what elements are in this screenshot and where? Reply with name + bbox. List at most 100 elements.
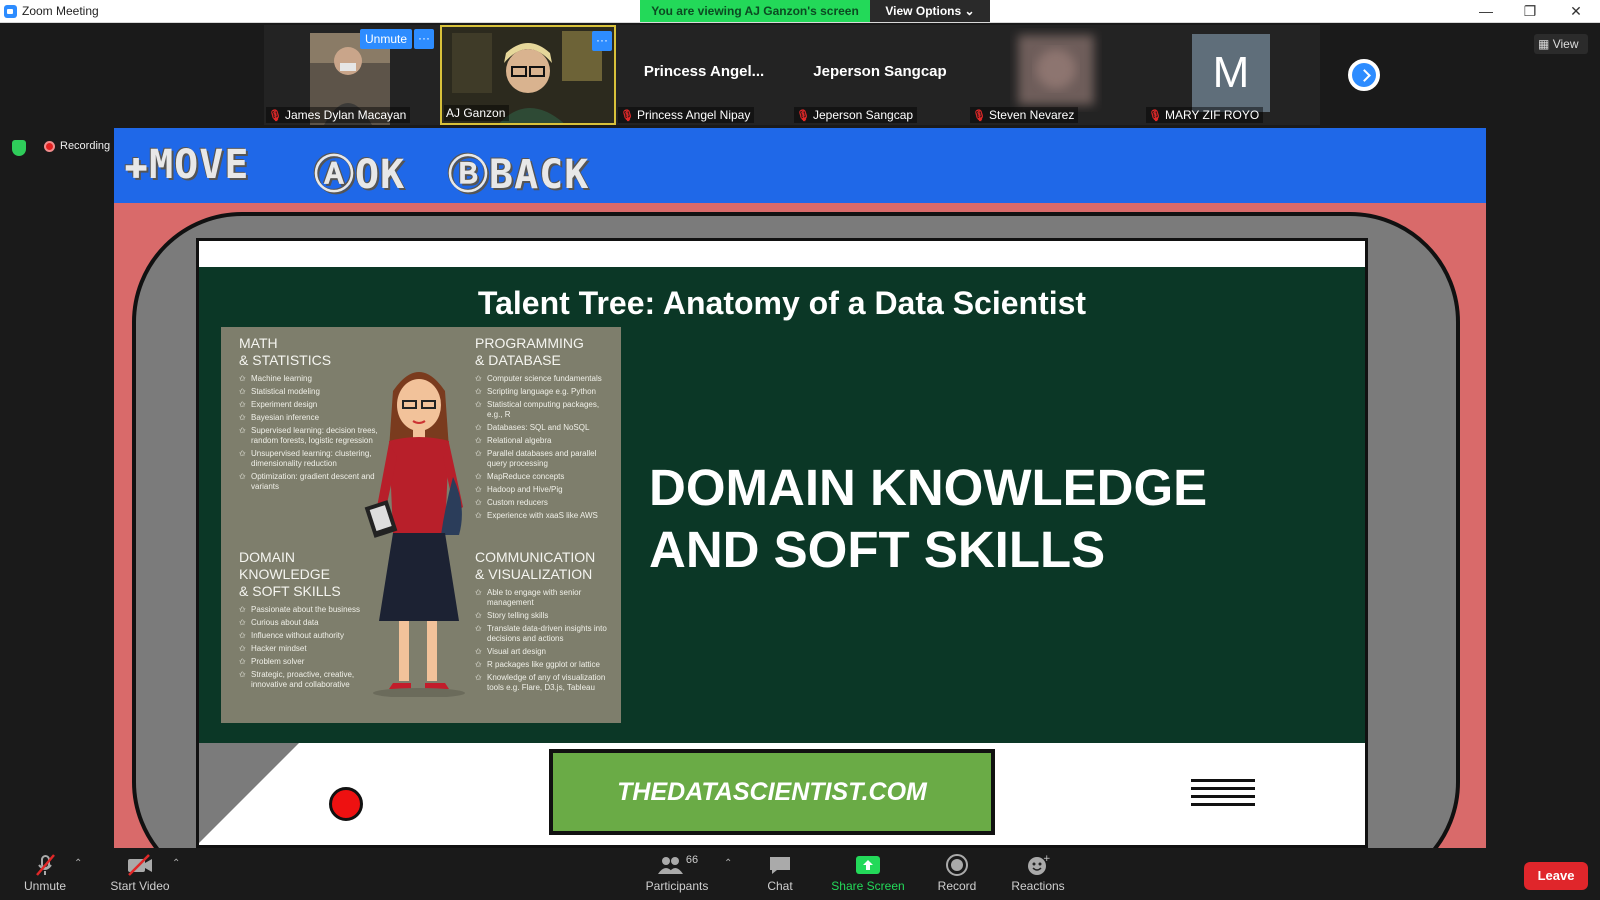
window-titlebar: Zoom Meeting You are viewing AJ Ganzon's… (0, 0, 1600, 23)
mic-muted-icon: 🎙︎ (620, 109, 634, 122)
participant-tile-mary[interactable]: M 🎙︎ MARY ZIF ROYO (1144, 25, 1320, 125)
chat-button[interactable]: Chat (754, 852, 806, 898)
video-off-icon (104, 852, 176, 878)
skill-item: Statistical computing packages, e.g., R (475, 400, 615, 420)
share-screen-button[interactable]: Share Screen (830, 852, 906, 898)
participant-tile-jeperson[interactable]: Jeperson Sangcap 🎙︎ Jeperson Sangcap (792, 25, 968, 125)
participant-name-plate: 🎙︎ Princess Angel Nipay (618, 107, 755, 123)
mic-muted-icon: 🎙︎ (796, 109, 810, 122)
participant-tile-james[interactable]: Unmute ··· 🎙︎ James Dylan Macayan (264, 25, 440, 125)
meeting-toolbar: Unmute ⌃ Start Video ⌃ 66 Participants ⌃… (0, 848, 1600, 900)
skill-item: Passionate about the business (239, 605, 379, 615)
skill-item: Strategic, proactive, creative, innovati… (239, 670, 379, 690)
section-title: COMMUNICATION & VISUALIZATION (475, 549, 596, 582)
participant-more-button[interactable]: ··· (592, 31, 612, 51)
domain-knowledge-section: DOMAIN KNOWLEDGE & SOFT SKILLS Passionat… (239, 549, 379, 693)
math-statistics-section: MATH & STATISTICS Machine learning Stati… (239, 335, 379, 495)
record-icon (930, 852, 984, 878)
game-controls-bar: ✚MOVE ⒶOK ⒷBACK (114, 128, 1486, 203)
skill-item: Story telling skills (475, 611, 615, 621)
minimize-button[interactable]: — (1476, 2, 1496, 20)
start-video-button[interactable]: Start Video (104, 852, 176, 898)
communication-visualization-section: COMMUNICATION & VISUALIZATION Able to en… (475, 549, 615, 696)
restore-button[interactable]: ❐ (1520, 2, 1540, 20)
skill-item: Machine learning (239, 374, 379, 384)
participant-tile-ajganzon[interactable]: ··· AJ Ganzon (440, 25, 616, 125)
unmute-participant-button[interactable]: Unmute (360, 29, 412, 49)
participant-name: Jeperson Sangcap (812, 108, 914, 122)
smiley-plus-icon: + (1006, 852, 1070, 878)
svg-text:+: + (1043, 854, 1051, 864)
participants-button[interactable]: 66 Participants (636, 852, 718, 898)
security-shield-icon[interactable] (12, 140, 26, 156)
website-banner: THEDATASCIENTIST.COM (549, 749, 995, 835)
recording-indicator[interactable]: Recording (44, 140, 110, 152)
device-corner-bevel (199, 743, 299, 843)
participants-options-caret[interactable]: ⌃ (724, 858, 732, 869)
audio-options-caret[interactable]: ⌃ (74, 858, 82, 869)
zoom-app-icon (4, 5, 17, 18)
ok-control-label: ⒶOK (314, 152, 406, 198)
share-screen-label: Share Screen (831, 879, 905, 893)
skill-item: MapReduce concepts (475, 472, 615, 482)
skill-item: Able to engage with senior management (475, 588, 615, 608)
slide-title: Talent Tree: Anatomy of a Data Scientist (477, 285, 1087, 321)
skill-item: Relational algebra (475, 436, 615, 446)
skill-item: Databases: SQL and NoSQL (475, 423, 615, 433)
participant-display-name: Princess Angel... (643, 63, 765, 80)
video-options-caret[interactable]: ⌃ (172, 858, 180, 869)
talent-tree-infographic: MATH & STATISTICS Machine learning Stati… (221, 327, 621, 723)
shared-screen[interactable]: ✚MOVE ⒶOK ⒷBACK Talent Tree: Anatomy of … (114, 128, 1486, 848)
skill-item: Computer science fundamentals (475, 374, 615, 384)
record-button[interactable]: Record (930, 852, 984, 898)
avatar-letter: M (1212, 48, 1250, 97)
move-control-label: ✚MOVE (124, 142, 250, 188)
skill-list: Computer science fundamentals Scripting … (475, 374, 615, 521)
reactions-button[interactable]: + Reactions (1006, 852, 1070, 898)
mic-muted-icon: 🎙︎ (268, 109, 282, 122)
participants-count: 66 (685, 854, 699, 866)
participant-tile-steven[interactable]: 🎙︎ Steven Nevarez (968, 25, 1144, 125)
leave-meeting-button[interactable]: Leave (1524, 862, 1588, 890)
skill-item: Parallel databases and parallel query pr… (475, 449, 615, 469)
data-scientist-illustration (364, 372, 465, 697)
back-control-label: ⒷBACK (448, 152, 590, 198)
section-title: DOMAIN KNOWLEDGE & SOFT SKILLS (239, 549, 341, 599)
mic-muted-icon (18, 852, 72, 878)
participant-name-plate: 🎙︎ James Dylan Macayan (266, 107, 411, 123)
window-title: Zoom Meeting (22, 4, 99, 18)
participant-tile-princess[interactable]: Princess Angel... 🎙︎ Princess Angel Nipa… (616, 25, 792, 125)
skill-item: Hadoop and Hive/Pig (475, 485, 615, 495)
skill-item: Scripting language e.g. Python (475, 387, 615, 397)
participants-label: Participants (645, 879, 709, 893)
participant-more-button[interactable]: ··· (414, 29, 434, 49)
record-label: Record (937, 879, 977, 893)
recording-label: Recording (60, 140, 111, 152)
section-title: PROGRAMMING & DATABASE (475, 335, 584, 368)
heading-line: AND SOFT SKILLS (649, 521, 1106, 578)
participant-name: AJ Ganzon (446, 106, 506, 120)
skill-item: Statistical modeling (239, 387, 379, 397)
close-window-button[interactable]: ✕ (1566, 2, 1586, 20)
skill-item: Influence without authority (239, 631, 379, 641)
unmute-button[interactable]: Unmute (18, 852, 72, 898)
skill-item: Custom reducers (475, 498, 615, 508)
share-screen-icon (830, 852, 906, 878)
start-video-label: Start Video (110, 879, 170, 893)
chevron-down-icon: ⌄ (964, 4, 975, 18)
participant-name: Steven Nevarez (988, 108, 1075, 122)
next-participants-button[interactable] (1348, 59, 1380, 91)
skill-list: Passionate about the business Curious ab… (239, 605, 379, 690)
grid-icon: ▦ (1538, 37, 1550, 51)
unmute-label: Unmute (23, 879, 67, 893)
skill-item: Unsupervised learning: clustering, dimen… (239, 449, 379, 469)
view-layout-label: View (1552, 37, 1579, 51)
recording-dot-icon (44, 140, 55, 152)
participant-name: James Dylan Macayan (284, 108, 407, 122)
skill-list: Able to engage with senior management St… (475, 588, 615, 693)
skill-item: Curious about data (239, 618, 379, 628)
view-layout-button[interactable]: ▦ View (1534, 34, 1588, 54)
participant-strip: Unmute ··· 🎙︎ James Dylan Macayan ··· AJ… (264, 25, 1336, 125)
participant-name-plate: 🎙︎ Steven Nevarez (970, 107, 1079, 123)
view-options-dropdown[interactable]: View Options ⌄ (870, 0, 990, 22)
